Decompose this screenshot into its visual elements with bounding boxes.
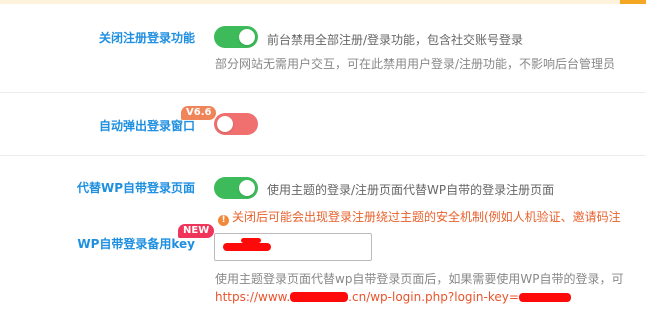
setting-description: 前台禁用全部注册/登录功能，包含社交账号登录	[267, 33, 524, 47]
toggle-knob	[239, 180, 255, 196]
login-key-note: 使用主题登录页面代替wp自带登录页面后，如果需要使用WP自带的登录，可	[215, 272, 624, 286]
redacted-key	[518, 293, 571, 302]
setting-description: 使用主题的登录/注册页面代替WP自带的登录注册页面	[267, 183, 555, 197]
version-badge: V6.6	[181, 106, 217, 120]
toggle-knob	[217, 116, 233, 132]
toggle-disable-register[interactable]	[214, 26, 258, 48]
setting-row-disable-register	[0, 4, 646, 92]
redacted-value	[241, 238, 261, 243]
warning-icon: !	[218, 215, 229, 226]
login-key-input[interactable]	[214, 233, 372, 261]
toggle-auto-popup[interactable]	[214, 113, 258, 135]
toggle-replace-wp-login[interactable]	[214, 177, 258, 199]
security-warning: ! 关闭后可能会出现登录注册绕过主题的安全机制(例如人机验证、邀请码注	[218, 208, 621, 226]
setting-label-disable-register: 关闭注册登录功能	[98, 31, 195, 45]
redacted-value	[223, 243, 271, 251]
redacted-domain	[290, 292, 349, 302]
warning-text: 关闭后可能会出现登录注册绕过主题的安全机制(例如人机验证、邀请码注	[232, 210, 621, 224]
setting-row-auto-popup	[0, 93, 646, 155]
new-badge: NEW	[178, 224, 215, 238]
setting-label-replace-wp-login: 代替WP自带登录页面	[76, 181, 195, 195]
setting-label-wp-login-key: WP自带登录备用key	[77, 237, 195, 251]
toggle-knob	[239, 29, 255, 45]
login-key-url: https://www. .cn/wp-login.php?login-key=	[215, 290, 571, 304]
setting-note: 部分网站无需用户交互，可在此禁用用户登录/注册功能，不影响后台管理员	[215, 57, 616, 71]
